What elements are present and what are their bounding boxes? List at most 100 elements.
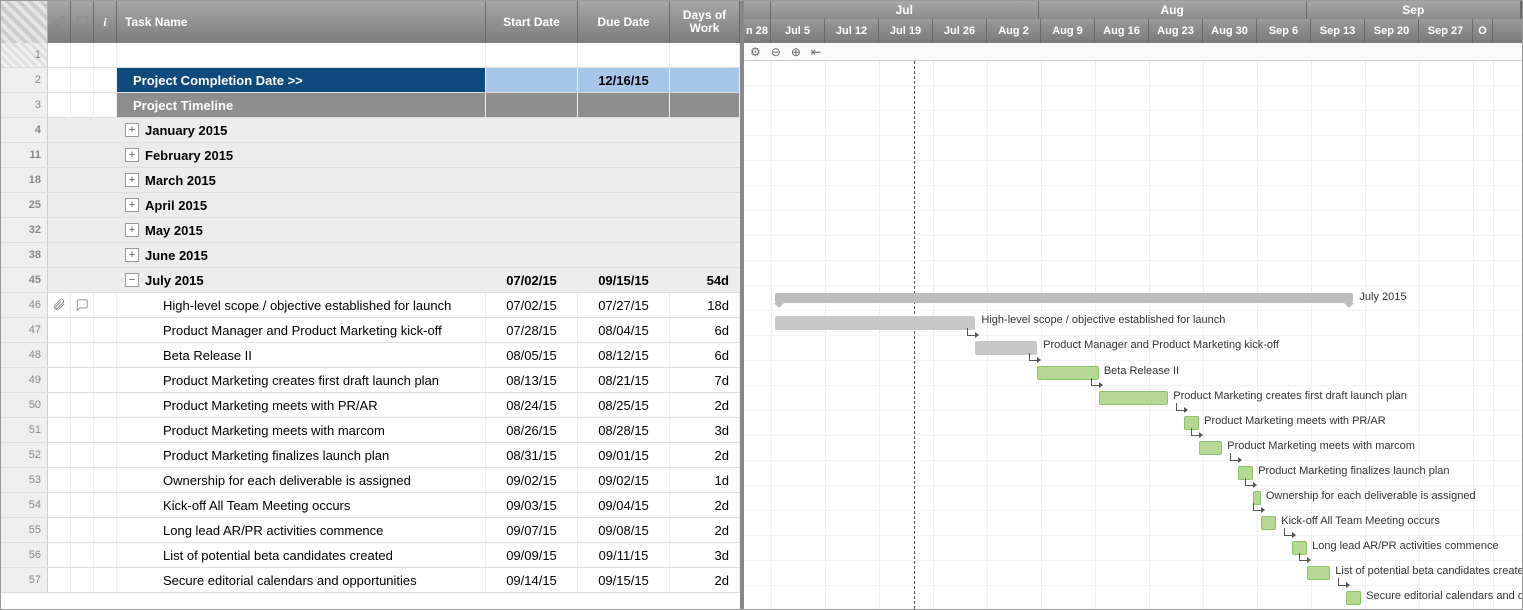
start-date-cell[interactable]: 07/02/15 <box>486 293 578 317</box>
table-row[interactable]: 38 +June 2015 <box>1 243 740 268</box>
table-row[interactable]: 47 Product Manager and Product Marketing… <box>1 318 740 343</box>
days-header[interactable]: Days of Work <box>670 1 740 43</box>
table-row[interactable]: 51 Product Marketing meets with marcom 0… <box>1 418 740 443</box>
table-row[interactable]: 18 +March 2015 <box>1 168 740 193</box>
start-date-cell[interactable] <box>486 68 578 92</box>
days-cell[interactable] <box>670 68 740 92</box>
days-cell[interactable]: 2d <box>670 518 740 542</box>
task-name-cell[interactable]: Product Marketing finalizes launch plan <box>117 443 486 467</box>
gantt-bar[interactable]: High-level scope / objective established… <box>775 316 976 330</box>
days-cell[interactable]: 7d <box>670 368 740 392</box>
due-date-cell[interactable]: 09/08/15 <box>578 518 670 542</box>
task-name-cell[interactable]: +June 2015 <box>117 243 486 267</box>
due-date-cell[interactable]: 07/27/15 <box>578 293 670 317</box>
due-date-cell[interactable]: 08/04/15 <box>578 318 670 342</box>
table-row[interactable]: 57 Secure editorial calendars and opport… <box>1 568 740 593</box>
start-date-cell[interactable]: 09/02/15 <box>486 468 578 492</box>
comment-column-icon[interactable] <box>71 1 94 43</box>
days-cell[interactable] <box>670 193 740 217</box>
table-row[interactable]: 45 −July 2015 07/02/15 09/15/15 54d <box>1 268 740 293</box>
days-cell[interactable]: 2d <box>670 393 740 417</box>
collapse-icon[interactable]: ⇤ <box>811 45 821 59</box>
start-date-cell[interactable] <box>486 143 578 167</box>
task-name-cell[interactable]: Product Marketing meets with marcom <box>117 418 486 442</box>
task-name-cell[interactable]: +April 2015 <box>117 193 486 217</box>
table-row[interactable]: 55 Long lead AR/PR activities commence 0… <box>1 518 740 543</box>
task-name-cell[interactable]: Project Completion Date >> <box>117 68 486 92</box>
due-date-cell[interactable] <box>578 243 670 267</box>
attachment-column-icon[interactable] <box>48 1 71 43</box>
start-date-cell[interactable]: 09/09/15 <box>486 543 578 567</box>
task-name-cell[interactable]: List of potential beta candidates create… <box>117 543 486 567</box>
due-date-cell[interactable]: 09/15/15 <box>578 268 670 292</box>
due-date-cell[interactable] <box>578 168 670 192</box>
task-name-cell[interactable] <box>117 43 486 67</box>
start-date-cell[interactable] <box>486 43 578 67</box>
days-cell[interactable] <box>670 118 740 142</box>
comment-cell[interactable] <box>71 293 94 317</box>
task-name-cell[interactable]: Product Manager and Product Marketing ki… <box>117 318 486 342</box>
start-date-cell[interactable]: 08/26/15 <box>486 418 578 442</box>
start-date-cell[interactable]: 08/05/15 <box>486 343 578 367</box>
start-date-cell[interactable]: 08/24/15 <box>486 393 578 417</box>
expand-icon[interactable]: + <box>125 123 139 137</box>
zoom-out-icon[interactable]: ⊖ <box>771 45 781 59</box>
gantt-body[interactable]: July 2015High-level scope / objective es… <box>744 61 1522 609</box>
due-date-cell[interactable]: 09/04/15 <box>578 493 670 517</box>
gantt-bar[interactable]: Kick-off All Team Meeting occurs <box>1261 516 1276 530</box>
days-cell[interactable] <box>670 243 740 267</box>
table-row[interactable]: 4 +January 2015 <box>1 118 740 143</box>
table-row[interactable]: 53 Ownership for each deliverable is ass… <box>1 468 740 493</box>
table-row[interactable]: 25 +April 2015 <box>1 193 740 218</box>
start-date-cell[interactable]: 08/13/15 <box>486 368 578 392</box>
task-name-cell[interactable]: Project Timeline <box>117 93 486 117</box>
due-date-cell[interactable] <box>578 118 670 142</box>
start-date-cell[interactable] <box>486 168 578 192</box>
gear-icon[interactable]: ⚙ <box>750 45 761 59</box>
start-date-header[interactable]: Start Date <box>486 1 578 43</box>
days-cell[interactable]: 1d <box>670 468 740 492</box>
task-name-cell[interactable]: High-level scope / objective established… <box>117 293 486 317</box>
expand-icon[interactable]: + <box>125 148 139 162</box>
days-cell[interactable] <box>670 143 740 167</box>
info-column-icon[interactable]: i <box>94 1 117 43</box>
expand-icon[interactable]: + <box>125 248 139 262</box>
start-date-cell[interactable]: 08/31/15 <box>486 443 578 467</box>
expand-icon[interactable]: + <box>125 198 139 212</box>
table-row[interactable]: 56 List of potential beta candidates cre… <box>1 543 740 568</box>
days-cell[interactable]: 2d <box>670 493 740 517</box>
expand-icon[interactable]: + <box>125 173 139 187</box>
days-cell[interactable] <box>670 218 740 242</box>
due-date-cell[interactable] <box>578 193 670 217</box>
due-date-header[interactable]: Due Date <box>578 1 670 43</box>
table-row[interactable]: 48 Beta Release II 08/05/15 08/12/15 6d <box>1 343 740 368</box>
due-date-cell[interactable]: 12/16/15 <box>578 68 670 92</box>
due-date-cell[interactable] <box>578 43 670 67</box>
days-cell[interactable] <box>670 168 740 192</box>
task-name-cell[interactable]: Secure editorial calendars and opportuni… <box>117 568 486 592</box>
due-date-cell[interactable]: 08/21/15 <box>578 368 670 392</box>
days-cell[interactable]: 6d <box>670 343 740 367</box>
days-cell[interactable] <box>670 43 740 67</box>
table-row[interactable]: 52 Product Marketing finalizes launch pl… <box>1 443 740 468</box>
start-date-cell[interactable]: 09/03/15 <box>486 493 578 517</box>
gantt-bar[interactable]: Product Marketing meets with marcom <box>1199 441 1222 455</box>
due-date-cell[interactable] <box>578 93 670 117</box>
task-name-cell[interactable]: +January 2015 <box>117 118 486 142</box>
task-name-cell[interactable]: −July 2015 <box>117 268 486 292</box>
task-name-cell[interactable]: +May 2015 <box>117 218 486 242</box>
due-date-cell[interactable]: 09/15/15 <box>578 568 670 592</box>
table-row[interactable]: 54 Kick-off All Team Meeting occurs 09/0… <box>1 493 740 518</box>
due-date-cell[interactable]: 08/28/15 <box>578 418 670 442</box>
task-name-cell[interactable]: Ownership for each deliverable is assign… <box>117 468 486 492</box>
days-cell[interactable] <box>670 93 740 117</box>
table-row[interactable]: 1 <box>1 43 740 68</box>
start-date-cell[interactable] <box>486 193 578 217</box>
due-date-cell[interactable]: 09/01/15 <box>578 443 670 467</box>
days-cell[interactable]: 54d <box>670 268 740 292</box>
days-cell[interactable]: 6d <box>670 318 740 342</box>
due-date-cell[interactable]: 09/02/15 <box>578 468 670 492</box>
start-date-cell[interactable]: 07/02/15 <box>486 268 578 292</box>
task-name-cell[interactable]: +March 2015 <box>117 168 486 192</box>
task-name-cell[interactable]: Beta Release II <box>117 343 486 367</box>
